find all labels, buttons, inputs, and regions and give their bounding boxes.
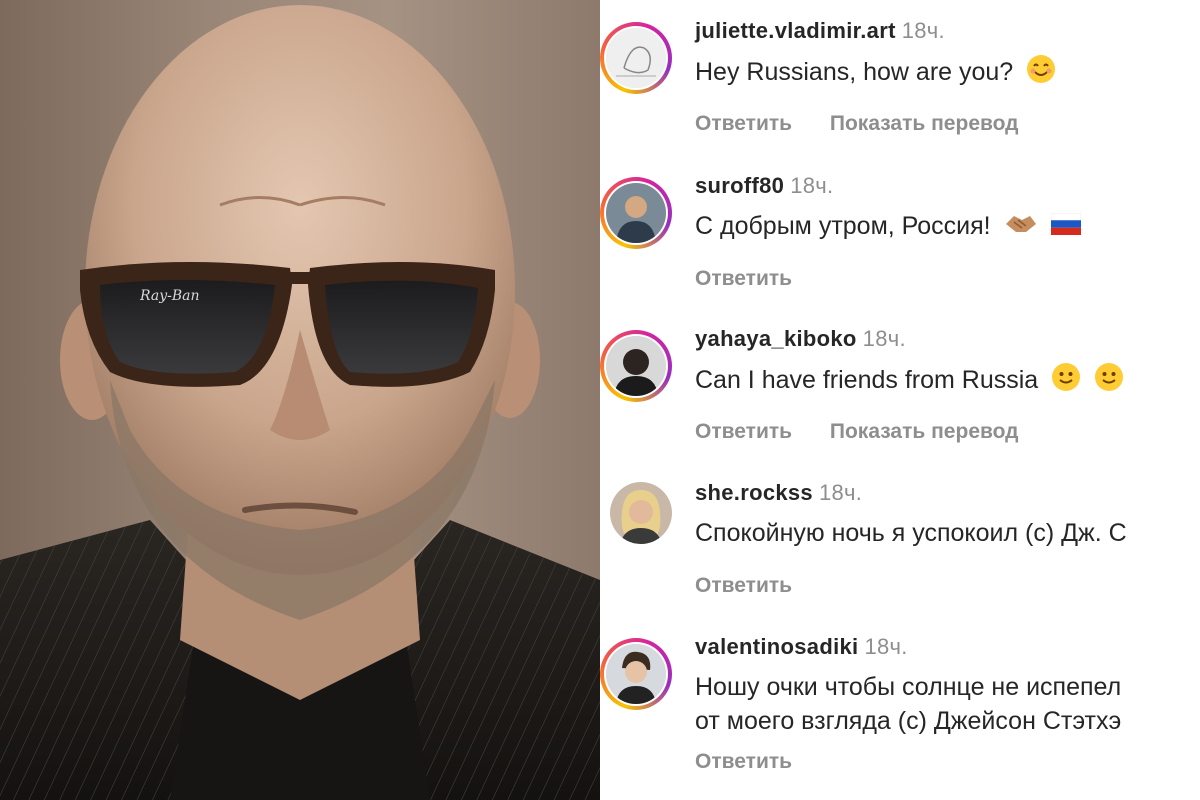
comment-time: 18ч. bbox=[818, 480, 863, 505]
comment-username[interactable]: suroff80 18ч. bbox=[695, 173, 833, 199]
comments-panel: juliette.vladimir.art 18ч. Hey Russians, … bbox=[600, 0, 1200, 800]
comment-item: yahaya_kiboko 18ч. Can I have friends fro… bbox=[600, 308, 1200, 458]
avatar[interactable] bbox=[610, 482, 672, 544]
comment-line: от моего взгляда (с) Джейсон Стэтхэ bbox=[695, 707, 1122, 735]
person-avatar-icon bbox=[606, 644, 666, 704]
show-translation-button[interactable]: Показать перевод bbox=[830, 420, 1019, 443]
comment-item: juliette.vladimir.art 18ч. Hey Russians, … bbox=[600, 0, 1200, 150]
avatar[interactable] bbox=[606, 336, 666, 396]
post-photo[interactable]: Ray-Ban bbox=[0, 0, 600, 800]
comment-time: 18ч. bbox=[790, 173, 834, 198]
comment-username[interactable]: juliette.vladimir.art 18ч. bbox=[695, 18, 945, 44]
reply-button[interactable]: Ответить bbox=[695, 420, 792, 443]
comment-item: valentinosadiki 18ч. Ношу очки чтобы солн… bbox=[600, 616, 1200, 800]
reply-button[interactable]: Ответить bbox=[695, 574, 792, 597]
comment-actions: Ответить Показать перевод bbox=[695, 112, 1051, 136]
person-avatar-icon bbox=[606, 336, 666, 396]
comment-username[interactable]: valentinosadiki 18ч. bbox=[695, 634, 908, 660]
story-ring[interactable] bbox=[600, 177, 672, 249]
comment-actions: Ответить Показать перевод bbox=[695, 420, 1051, 444]
story-ring[interactable] bbox=[600, 638, 672, 710]
comment-text: Спокойную ночь я успокоил (с) Дж. С bbox=[695, 516, 1127, 550]
comment-text: Hey Russians, how are you? bbox=[695, 54, 1056, 93]
username-text[interactable]: valentinosadiki bbox=[695, 634, 858, 659]
avatar[interactable] bbox=[606, 183, 666, 243]
username-text[interactable]: juliette.vladimir.art bbox=[695, 18, 896, 43]
story-ring[interactable] bbox=[600, 330, 672, 402]
comment-item: suroff80 18ч. С добрым утром, Россия! Отв… bbox=[600, 155, 1200, 305]
comment-username[interactable]: yahaya_kiboko 18ч. bbox=[695, 326, 906, 352]
comment-item: she.rockss 18ч. Спокойную ночь я успокоил… bbox=[600, 462, 1200, 612]
comment-text: Ношу очки чтобы солнце не испепел от мое… bbox=[695, 670, 1121, 738]
russia-flag-icon bbox=[1050, 210, 1081, 244]
avatar[interactable] bbox=[606, 644, 666, 704]
comment-line: С добрым утром, Россия! bbox=[695, 212, 991, 240]
comment-username[interactable]: she.rockss 18ч. bbox=[695, 480, 862, 506]
comment-time: 18ч. bbox=[864, 634, 908, 659]
comment-actions: Ответить bbox=[695, 750, 824, 774]
handshake-icon bbox=[1004, 210, 1038, 245]
username-text[interactable]: suroff80 bbox=[695, 173, 784, 198]
sketch-avatar-icon bbox=[606, 28, 666, 88]
comment-time: 18ч. bbox=[862, 326, 906, 351]
username-text[interactable]: she.rockss bbox=[695, 480, 813, 505]
smiling-face-icon bbox=[1026, 54, 1056, 93]
screenshot-root: Ray-Ban juliette.vladimir.art 18ч. Hey Ru… bbox=[0, 0, 1200, 800]
comment-time: 18ч. bbox=[901, 18, 945, 43]
comment-actions: Ответить bbox=[695, 574, 824, 598]
show-translation-button[interactable]: Показать перевод bbox=[830, 112, 1019, 135]
reply-button[interactable]: Ответить bbox=[695, 267, 792, 290]
avatar[interactable] bbox=[606, 28, 666, 88]
username-text[interactable]: yahaya_kiboko bbox=[695, 326, 857, 351]
comment-text: Can I have friends from Russia bbox=[695, 362, 1124, 401]
person-avatar-icon bbox=[606, 183, 666, 243]
comment-line: Спокойную ночь я успокоил (с) Дж. С bbox=[695, 519, 1127, 547]
comment-line: Ношу очки чтобы солнце не испепел bbox=[695, 673, 1122, 701]
comment-actions: Ответить bbox=[695, 267, 824, 291]
svg-text:Ray-Ban: Ray-Ban bbox=[139, 288, 200, 304]
person-photo-illustration: Ray-Ban bbox=[0, 5, 600, 800]
story-ring[interactable] bbox=[600, 22, 672, 94]
person-avatar-icon bbox=[610, 482, 672, 544]
reply-button[interactable]: Ответить bbox=[695, 750, 792, 773]
slightly-smiling-face-icon bbox=[1094, 362, 1124, 401]
comment-line: Hey Russians, how are you? bbox=[695, 58, 1014, 87]
comment-text: С добрым утром, Россия! bbox=[695, 209, 1081, 245]
comment-line: Can I have friends from Russia bbox=[695, 366, 1039, 395]
reply-button[interactable]: Ответить bbox=[695, 112, 792, 135]
slightly-smiling-face-icon bbox=[1051, 362, 1081, 401]
